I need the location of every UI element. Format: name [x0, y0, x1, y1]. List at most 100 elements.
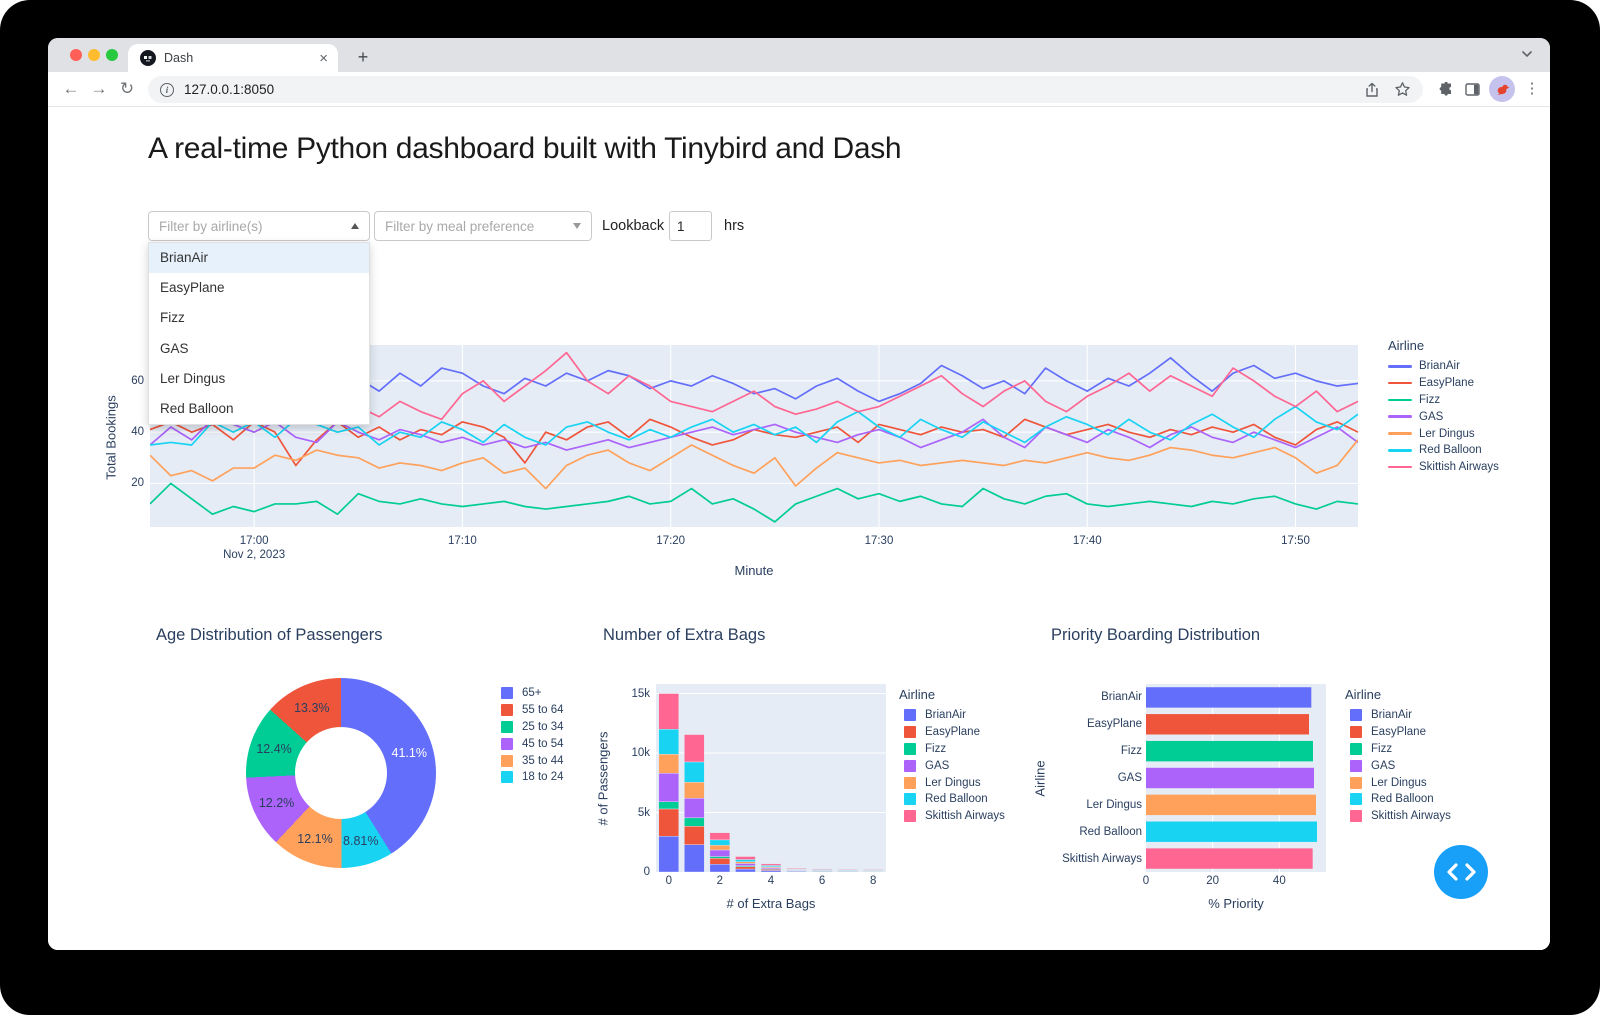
legend-item[interactable]: Ler Dingus — [1345, 774, 1451, 791]
hbar-GAS[interactable] — [1146, 768, 1314, 788]
bar-segment-BrianAir[interactable] — [710, 864, 730, 872]
bar-segment-Skittish Airways[interactable] — [812, 869, 832, 870]
legend-item[interactable]: Skittish Airways — [1345, 808, 1451, 825]
line-series-EasyPlane[interactable] — [150, 419, 1358, 465]
bar-segment-Ler Dingus[interactable] — [710, 845, 730, 850]
bar-segment-Ler Dingus[interactable] — [735, 862, 755, 864]
bar-segment-Red Balloon[interactable] — [684, 762, 704, 782]
extensions-puzzle-icon[interactable] — [1434, 77, 1458, 101]
tab-search-chevron-icon[interactable] — [1520, 47, 1534, 61]
bar-segment-Red Balloon[interactable] — [735, 860, 755, 862]
meal-filter-dropdown[interactable]: Filter by meal preference — [374, 211, 592, 241]
legend-item[interactable]: 25 to 34 — [496, 719, 564, 736]
dropdown-option-red-balloon[interactable]: Red Balloon — [149, 394, 369, 424]
forward-icon[interactable]: → — [86, 76, 112, 102]
bar-segment-Skittish Airways[interactable] — [761, 864, 781, 866]
bar-segment-GAS[interactable] — [710, 850, 730, 857]
bar-segment-BrianAir[interactable] — [735, 869, 755, 872]
dropdown-option-fizz[interactable]: Fizz — [149, 303, 369, 333]
bar-segment-Skittish Airways[interactable] — [787, 868, 807, 869]
legend-item[interactable]: GAS — [899, 757, 1005, 774]
legend-item[interactable]: Red Balloon — [1345, 791, 1451, 808]
hbar-EasyPlane[interactable] — [1146, 714, 1309, 734]
legend-item[interactable]: GAS — [1388, 408, 1499, 425]
maximize-window-button[interactable] — [106, 49, 118, 61]
line-series-Fizz[interactable] — [150, 483, 1358, 521]
bar-segment-Red Balloon[interactable] — [659, 729, 679, 754]
legend-item[interactable]: Fizz — [899, 741, 1005, 758]
url-bar[interactable]: i 127.0.0.1:8050 — [148, 76, 1423, 103]
dropdown-option-easyplane[interactable]: EasyPlane — [149, 273, 369, 303]
bar-segment-Fizz[interactable] — [659, 802, 679, 809]
legend-item[interactable]: 35 to 44 — [496, 752, 564, 769]
hbar-BrianAir[interactable] — [1146, 687, 1311, 707]
lookback-input[interactable] — [669, 211, 712, 241]
profile-avatar[interactable] — [1489, 76, 1515, 102]
bar-segment-EasyPlane[interactable] — [684, 826, 704, 844]
legend-item[interactable]: EasyPlane — [899, 724, 1005, 741]
legend-item[interactable]: Fizz — [1388, 392, 1499, 409]
hbar-Red Balloon[interactable] — [1146, 822, 1317, 842]
legend-item[interactable]: GAS — [1345, 757, 1451, 774]
bar-segment-Skittish Airways[interactable] — [838, 869, 858, 870]
legend-item[interactable]: 18 to 24 — [496, 769, 564, 786]
bar-segment-Skittish Airways[interactable] — [710, 833, 730, 840]
legend-item[interactable]: BrianAir — [1345, 707, 1451, 724]
dropdown-option-brianair[interactable]: BrianAir — [149, 243, 369, 273]
legend-item[interactable]: Red Balloon — [1388, 442, 1499, 459]
bar-segment-Fizz[interactable] — [710, 857, 730, 859]
legend-item[interactable]: EasyPlane — [1388, 375, 1499, 392]
dash-debug-menu-button[interactable] — [1434, 845, 1488, 899]
new-tab-button[interactable]: + — [350, 45, 376, 71]
legend-item[interactable]: 55 to 64 — [496, 702, 564, 719]
browser-tab[interactable]: Dash × — [128, 44, 338, 72]
bar-segment-EasyPlane[interactable] — [735, 867, 755, 869]
bar-segment-BrianAir[interactable] — [684, 845, 704, 872]
priority-boarding-bar-chart[interactable] — [1146, 684, 1326, 872]
bar-segment-Ler Dingus[interactable] — [659, 754, 679, 773]
legend-item[interactable]: Fizz — [1345, 741, 1451, 758]
legend-item[interactable]: 45 to 54 — [496, 735, 564, 752]
hbar-Skittish Airways[interactable] — [1146, 848, 1313, 868]
legend-item[interactable]: Skittish Airways — [899, 808, 1005, 825]
reload-icon[interactable]: ↻ — [114, 76, 140, 102]
bar-segment-Red Balloon[interactable] — [710, 840, 730, 845]
back-icon[interactable]: ← — [58, 76, 84, 102]
dropdown-option-ler-dingus[interactable]: Ler Dingus — [149, 364, 369, 394]
minimize-window-button[interactable] — [88, 49, 100, 61]
bar-segment-GAS[interactable] — [659, 773, 679, 802]
bar-segment-Skittish Airways[interactable] — [735, 857, 755, 860]
bar-segment-Fizz[interactable] — [684, 818, 704, 826]
share-icon[interactable] — [1364, 82, 1380, 98]
bookmark-star-icon[interactable] — [1394, 81, 1411, 98]
legend-item[interactable]: BrianAir — [1388, 358, 1499, 375]
side-panel-icon[interactable] — [1460, 77, 1484, 101]
age-distribution-donut-chart[interactable]: 41.1%8.81%12.1%12.2%12.4%13.3% — [246, 678, 436, 868]
close-window-button[interactable] — [70, 49, 82, 61]
legend-item[interactable]: Ler Dingus — [1388, 425, 1499, 442]
legend-item[interactable]: Ler Dingus — [899, 774, 1005, 791]
legend-item[interactable]: EasyPlane — [1345, 724, 1451, 741]
legend-item[interactable]: 65+ — [496, 685, 564, 702]
bar-segment-GAS[interactable] — [735, 863, 755, 865]
legend-item[interactable]: Red Balloon — [899, 791, 1005, 808]
chevron-down-icon[interactable] — [573, 223, 581, 229]
chevron-up-icon[interactable] — [351, 223, 359, 229]
site-info-icon[interactable]: i — [160, 83, 174, 97]
browser-menu-icon[interactable]: ⋮ — [1522, 77, 1542, 101]
legend-item[interactable]: BrianAir — [899, 707, 1005, 724]
extra-bags-bar-chart[interactable] — [656, 684, 886, 872]
bar-segment-Skittish Airways[interactable] — [863, 870, 883, 871]
hbar-Ler Dingus[interactable] — [1146, 795, 1316, 815]
airline-filter-dropdown[interactable]: Filter by airline(s) — [148, 211, 370, 241]
bar-segment-Skittish Airways[interactable] — [684, 735, 704, 762]
legend-item[interactable]: Skittish Airways — [1388, 459, 1499, 476]
bar-segment-Ler Dingus[interactable] — [684, 782, 704, 798]
bar-segment-BrianAir[interactable] — [659, 836, 679, 872]
line-series-Ler Dingus[interactable] — [150, 440, 1358, 489]
bar-segment-EasyPlane[interactable] — [659, 809, 679, 836]
hbar-Fizz[interactable] — [1146, 741, 1313, 761]
tab-close-icon[interactable]: × — [319, 51, 328, 66]
bar-segment-EasyPlane[interactable] — [710, 858, 730, 864]
bar-segment-GAS[interactable] — [684, 798, 704, 818]
